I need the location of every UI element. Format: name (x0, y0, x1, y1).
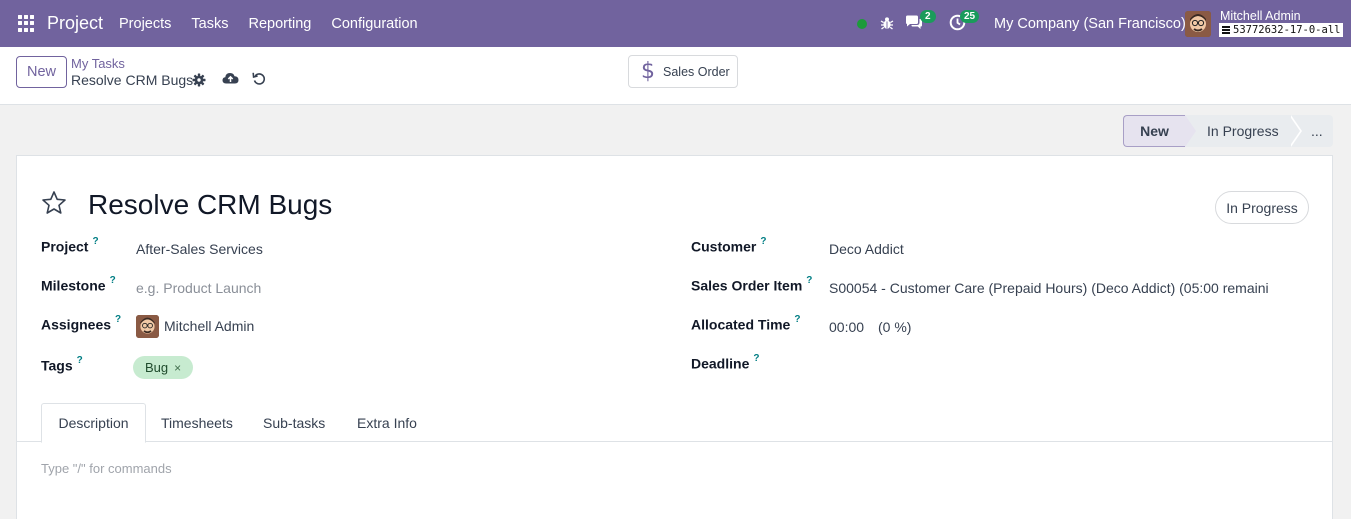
assignees-field[interactable]: Mitchell Admin (164, 318, 254, 334)
control-panel: New My Tasks Resolve CRM Bugs $ Sales Or… (0, 47, 1351, 105)
deadline-field[interactable] (829, 355, 1269, 375)
sales-order-item-label: Sales Order Item? (691, 275, 812, 294)
task-form-sheet: Resolve CRM Bugs In Progress Project? Af… (16, 155, 1333, 519)
menu-projects[interactable]: Projects (119, 16, 171, 32)
messages-count-badge: 2 (920, 10, 936, 23)
allocated-time-label: Allocated Time? (691, 314, 800, 333)
allocated-time-field[interactable]: 00:00 (829, 319, 864, 335)
stage-new[interactable]: New (1123, 115, 1196, 147)
activities-count-badge: 25 (960, 10, 980, 23)
database-name: 53772632-17-0-all (1233, 24, 1341, 36)
dollar-icon: $ (641, 58, 655, 84)
project-label-text: Project (41, 238, 89, 255)
breadcrumb-my-tasks[interactable]: My Tasks (71, 56, 125, 71)
tab-sub-tasks[interactable]: Sub-tasks (263, 403, 325, 442)
top-navbar: Project Projects Tasks Reporting Configu… (0, 0, 1351, 47)
help-icon[interactable]: ? (760, 236, 766, 247)
sales-order-smart-button[interactable]: $ Sales Order (628, 55, 738, 88)
stage-in-progress[interactable]: In Progress (1185, 115, 1302, 147)
customer-label-text: Customer (691, 238, 757, 255)
assignee-avatar (136, 315, 159, 338)
assignee-avatar-image (136, 315, 159, 338)
new-record-button[interactable]: New (16, 56, 67, 88)
save-cloud-icon[interactable] (222, 71, 239, 85)
deadline-label-text: Deadline (691, 355, 750, 372)
tag-label: Bug (145, 360, 169, 375)
milestone-label: Milestone? (41, 275, 116, 294)
menu-configuration[interactable]: Configuration (331, 16, 417, 32)
customer-field[interactable]: Deco Addict (829, 241, 904, 257)
deadline-label: Deadline? (691, 353, 759, 372)
breadcrumb-current-record: Resolve CRM Bugs (71, 72, 194, 88)
help-icon[interactable]: ? (110, 275, 116, 286)
help-icon[interactable]: ? (77, 355, 83, 366)
user-avatar-image (1185, 11, 1211, 37)
menu-reporting[interactable]: Reporting (248, 16, 311, 32)
debug-bug-icon[interactable] (880, 16, 894, 30)
star-icon[interactable] (41, 190, 67, 216)
sales-order-label: Sales Order (663, 64, 730, 79)
tag-remove-icon[interactable]: × (174, 361, 181, 375)
database-badge: 53772632-17-0-all (1219, 23, 1344, 37)
project-field[interactable]: After-Sales Services (136, 241, 263, 257)
assignees-label-text: Assignees (41, 316, 112, 333)
tags-label-text: Tags (41, 357, 73, 374)
online-status-icon (857, 19, 867, 29)
tags-label: Tags? (41, 355, 83, 374)
sales-order-item-label-text: Sales Order Item (691, 277, 803, 294)
project-label: Project? (41, 236, 99, 255)
tab-timesheets[interactable]: Timesheets (161, 403, 233, 442)
help-icon[interactable]: ? (753, 353, 759, 364)
discard-undo-icon[interactable] (252, 71, 266, 85)
user-name[interactable]: Mitchell Admin (1220, 9, 1301, 23)
sales-order-item-field[interactable]: S00054 - Customer Care (Prepaid Hours) (… (829, 280, 1269, 296)
stage-statusbar: New In Progress ... (1123, 115, 1333, 147)
company-switcher[interactable]: My Company (San Francisco) (994, 16, 1186, 32)
app-menu-grid-icon[interactable] (18, 15, 35, 32)
allocated-time-percent: (0 %) (878, 319, 912, 335)
help-icon[interactable]: ? (115, 314, 121, 325)
database-icon (1222, 26, 1230, 34)
help-icon[interactable]: ? (92, 236, 98, 247)
tab-extra-info[interactable]: Extra Info (357, 403, 417, 442)
gear-icon[interactable] (192, 73, 206, 87)
app-name[interactable]: Project (47, 13, 103, 34)
description-editor[interactable]: Type "/" for commands (41, 461, 172, 476)
help-icon[interactable]: ? (806, 275, 812, 286)
assignees-label: Assignees? (41, 314, 121, 333)
tag-bug: Bug × (133, 356, 194, 379)
menu-tasks[interactable]: Tasks (191, 16, 228, 32)
help-icon[interactable]: ? (794, 314, 800, 325)
notebook-tabs: Description Timesheets Sub-tasks Extra I… (17, 403, 1332, 443)
main-menu: Projects Tasks Reporting Configuration (119, 16, 418, 32)
milestone-label-text: Milestone (41, 277, 106, 294)
task-title[interactable]: Resolve CRM Bugs (88, 189, 332, 221)
user-avatar[interactable] (1185, 11, 1211, 37)
allocated-time-label-text: Allocated Time (691, 316, 791, 333)
task-state-button[interactable]: In Progress (1215, 191, 1309, 224)
customer-label: Customer? (691, 236, 766, 255)
milestone-field[interactable]: e.g. Product Launch (136, 280, 261, 296)
tab-description[interactable]: Description (41, 403, 146, 443)
